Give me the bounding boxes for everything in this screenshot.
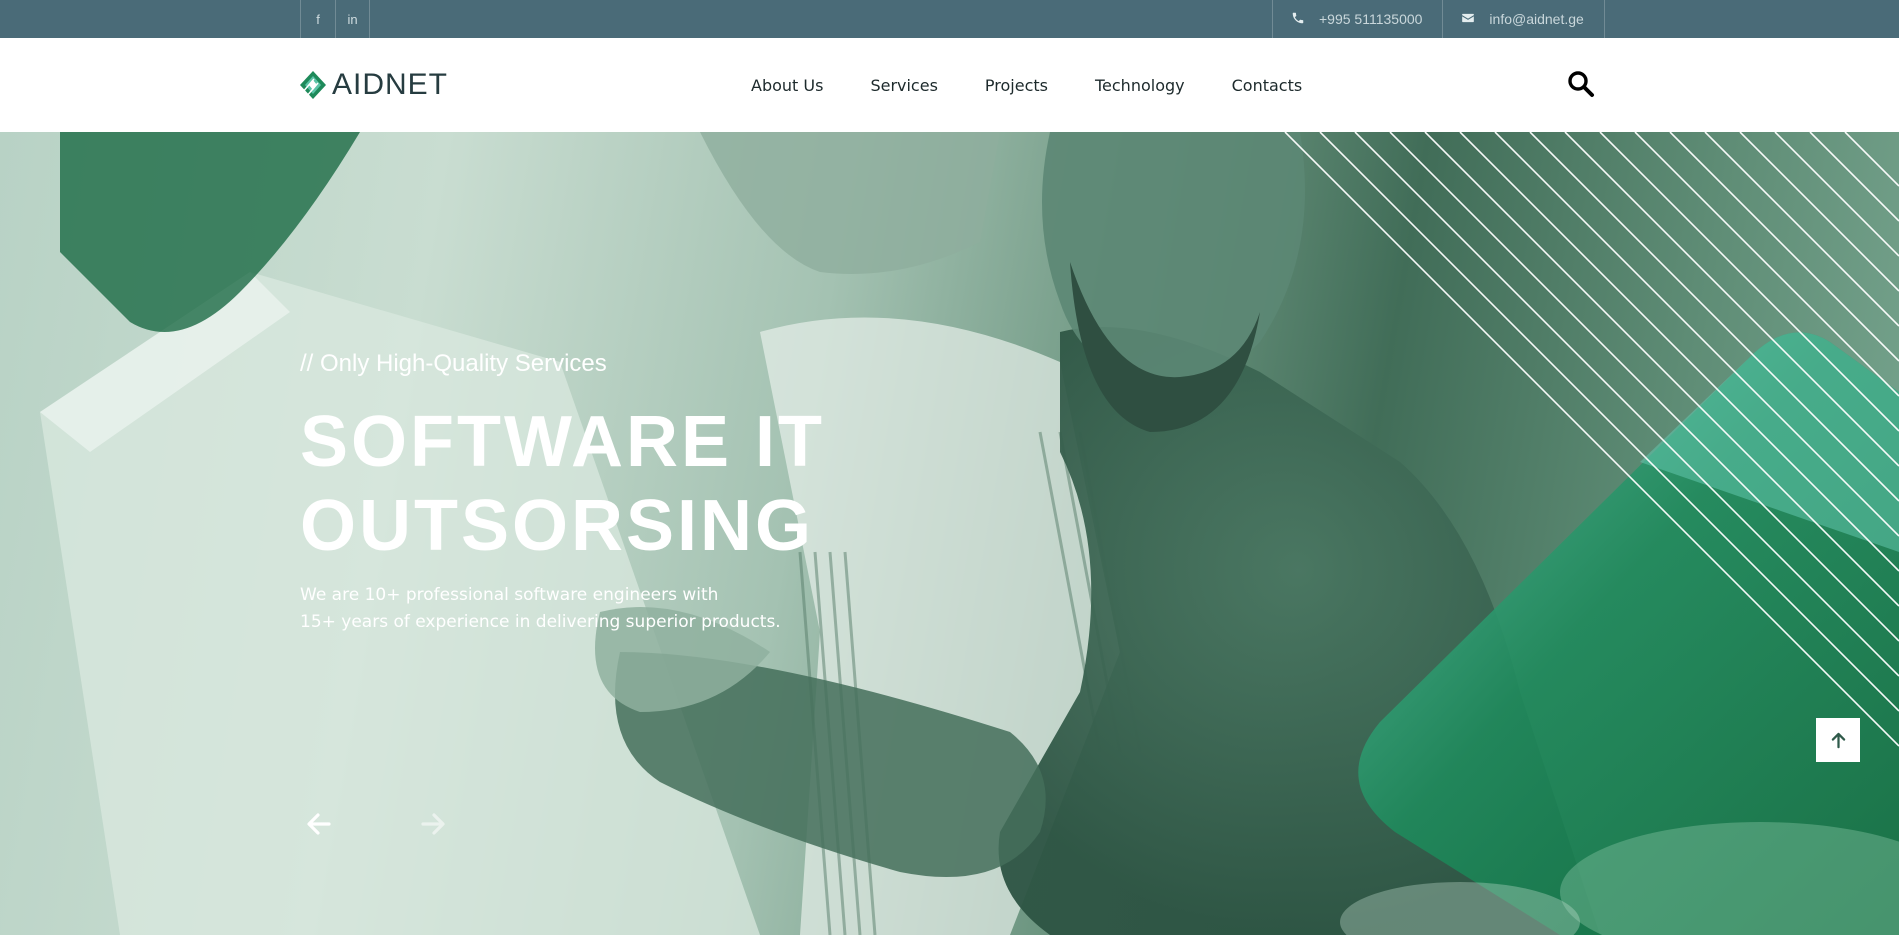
nav-technology[interactable]: Technology — [1095, 76, 1185, 95]
nav-services[interactable]: Services — [870, 76, 937, 95]
facebook-icon: f — [316, 11, 320, 27]
email-address: info@aidnet.ge — [1489, 11, 1584, 27]
arrow-up-icon — [1831, 732, 1845, 748]
nav-projects[interactable]: Projects — [985, 76, 1048, 95]
main-nav: About Us Services Projects Technology Co… — [751, 38, 1349, 132]
phone-contact[interactable]: +995 511135000 — [1272, 0, 1442, 38]
phone-number: +995 511135000 — [1319, 11, 1423, 27]
main-header: AIDNET About Us Services Projects Techno… — [0, 38, 1899, 132]
hero-content: // Only High-Quality Services SOFTWARE I… — [300, 350, 825, 636]
arrow-right-icon — [421, 813, 445, 835]
facebook-link[interactable]: f — [300, 0, 335, 38]
email-contact[interactable]: info@aidnet.ge — [1442, 0, 1605, 38]
hero-title: SOFTWARE IT OUTSORSING — [300, 400, 825, 568]
hero-description-line-1: We are 10+ professional software enginee… — [300, 585, 719, 605]
linkedin-link[interactable]: in — [335, 0, 370, 38]
slider-next-button[interactable] — [421, 813, 461, 843]
hero-description-line-2: 15+ years of experience in delivering su… — [300, 612, 781, 632]
phone-icon — [1291, 11, 1307, 27]
hero-tagline: // Only High-Quality Services — [300, 350, 607, 377]
contact-info: +995 511135000 info@aidnet.ge — [1272, 0, 1605, 38]
hero-slider: // Only High-Quality Services SOFTWARE I… — [0, 132, 1899, 935]
search-button[interactable] — [1567, 70, 1595, 98]
hero-title-line-1: SOFTWARE IT — [300, 402, 825, 482]
top-bar: f in +995 511135000 info@aidnet.ge — [0, 0, 1899, 38]
hero-title-line-2: OUTSORSING — [300, 486, 815, 566]
logo[interactable]: AIDNET — [300, 68, 448, 102]
slider-prev-button[interactable] — [307, 813, 347, 843]
nav-contacts[interactable]: Contacts — [1232, 76, 1303, 95]
arrow-left-icon — [307, 813, 331, 835]
hero-description: We are 10+ professional software enginee… — [300, 582, 820, 636]
social-links: f in — [300, 0, 370, 38]
scroll-to-top-button[interactable] — [1816, 718, 1860, 762]
linkedin-icon: in — [347, 11, 358, 27]
logo-text: AIDNET — [332, 68, 449, 101]
logo-icon — [300, 71, 326, 99]
hero-background-image — [40, 132, 1899, 935]
envelope-icon — [1461, 11, 1477, 27]
search-icon — [1568, 71, 1594, 97]
nav-about-us[interactable]: About Us — [751, 76, 823, 95]
